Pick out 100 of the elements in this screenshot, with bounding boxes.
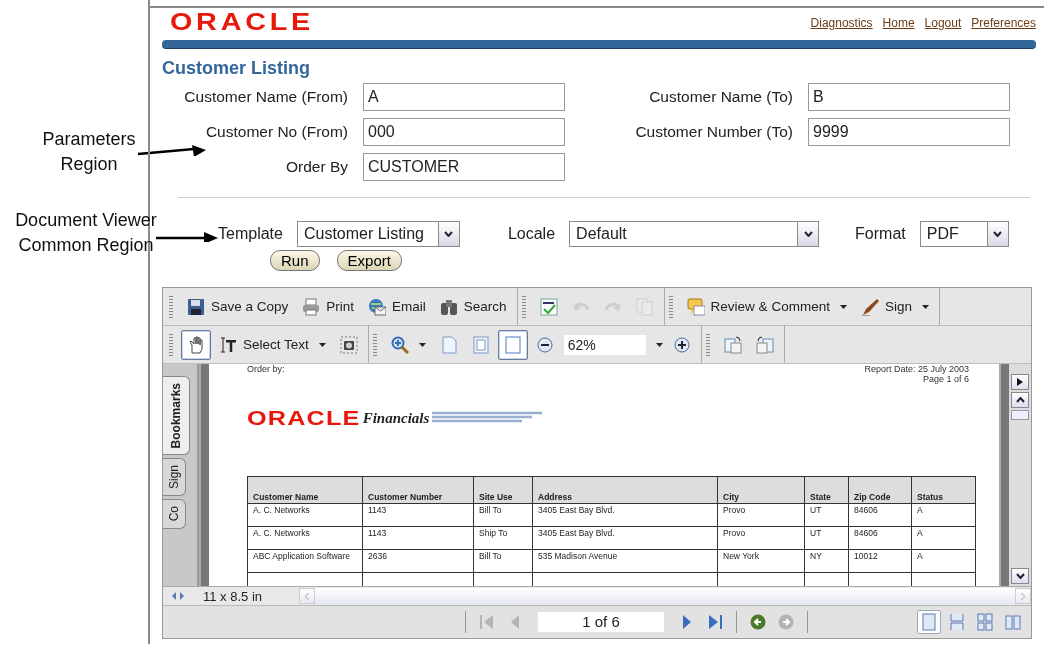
globe-envelope-icon	[368, 297, 387, 316]
input-field[interactable]: 9999	[808, 118, 1010, 146]
field-label: Order By	[285, 157, 348, 177]
toolbar-button[interactable]: Sign	[854, 291, 935, 322]
horizontal-scrollbar[interactable]	[299, 588, 1031, 604]
table-cell: New York	[717, 549, 805, 573]
toolbar-button[interactable]: Print	[296, 291, 361, 322]
rotate-page-icon	[755, 335, 774, 354]
callout-label: Document Viewer Common Region	[14, 209, 158, 257]
order-by-label: Order by:	[247, 364, 285, 376]
column-header: State	[804, 476, 849, 504]
pen-icon	[860, 297, 879, 316]
column-header: Customer Number	[362, 476, 474, 504]
toolbar-button[interactable]: Save a Copy	[181, 291, 295, 322]
select-label: Format	[855, 225, 906, 243]
toolbar-button[interactable]: Select Text	[213, 329, 332, 360]
table-cell: NY	[804, 549, 849, 573]
chevron-icon	[803, 231, 813, 237]
table-cell: 535 Madison Avenue	[532, 549, 718, 573]
table-cell: Provo	[717, 526, 805, 550]
table-cell: UT	[804, 526, 849, 550]
zoom-out-icon	[535, 335, 554, 354]
input-field[interactable]: B	[808, 83, 1010, 111]
toolbar-button[interactable]: Email	[362, 291, 432, 322]
split-arrows-icon	[172, 592, 184, 600]
column-header: City	[717, 476, 805, 504]
input-field[interactable]: 000	[363, 118, 565, 146]
table-cell: ABC Application Software	[247, 549, 363, 573]
continuous-page-icon	[948, 613, 966, 631]
toolbar-button[interactable]: Search	[433, 291, 513, 322]
table-cell: 1143	[362, 526, 474, 550]
snapshot-icon	[339, 335, 358, 354]
facing-pages-icon	[976, 613, 994, 631]
table-cell: Ship To	[473, 526, 533, 550]
rotate-page-icon	[723, 335, 742, 354]
table-cell: Bill To	[473, 503, 533, 527]
column-header: Zip Code	[848, 476, 912, 504]
input-field[interactable]: CUSTOMER	[363, 153, 565, 181]
page-icon	[439, 335, 458, 354]
table-cell: 2636	[362, 549, 474, 573]
action-button[interactable]: Run	[270, 250, 320, 271]
table-cell: 1143	[362, 503, 474, 527]
table-cell: A. C. Networks	[247, 526, 363, 550]
header-link[interactable]: Preferences	[971, 16, 1036, 30]
table-cell: A	[911, 503, 976, 527]
chevron-icon	[1015, 397, 1025, 403]
side-tab[interactable]: Sign	[163, 458, 186, 497]
table-cell: Provo	[717, 503, 805, 527]
field-label: Customer No (From)	[204, 122, 348, 142]
page-button[interactable]	[497, 329, 528, 360]
dropdown-field[interactable]: PDF	[919, 221, 1009, 247]
side-tab[interactable]: Bookmarks	[163, 376, 190, 456]
oracle-logo: ORACLE	[247, 406, 361, 430]
chevron-icon	[304, 591, 310, 601]
field-label: Customer Name (To)	[648, 87, 793, 107]
scroll-thumb[interactable]	[1011, 410, 1029, 420]
report-date: Report Date: 25 July 2003	[864, 364, 969, 374]
select-label: Template	[218, 225, 283, 243]
single-page-button[interactable]	[917, 610, 941, 634]
table-cell: A	[911, 526, 976, 550]
single-page-icon	[920, 613, 938, 631]
header-link[interactable]: Diagnostics	[810, 16, 873, 30]
field-label: Customer Name (From)	[183, 87, 348, 107]
chevron-icon	[444, 231, 454, 237]
field-label: Customer Number (To)	[634, 122, 793, 142]
binoculars-icon	[439, 297, 458, 316]
page-icon	[503, 335, 522, 354]
page-number: Page 1 of 6	[921, 374, 969, 384]
spellcheck-icon	[539, 297, 558, 316]
scroll-down-button[interactable]	[1011, 568, 1029, 584]
dropdown-field[interactable]: Default	[569, 221, 820, 247]
hand-icon	[187, 335, 205, 354]
oracle-logo: ORACLE	[170, 10, 314, 34]
header-link[interactable]: Home	[882, 16, 915, 30]
callout-label: Parameters Region	[41, 128, 137, 176]
side-tab[interactable]: Co	[163, 499, 186, 529]
column-header: Customer Name	[247, 476, 363, 504]
toolbar-button[interactable]: Review & Comment	[680, 291, 853, 322]
page-size-label: 11 x 8.5 in	[202, 588, 264, 604]
scroll-up-button[interactable]	[1011, 392, 1029, 408]
action-button[interactable]: Export	[336, 250, 402, 271]
table-cell: 3405 East Bay Blvd.	[532, 503, 718, 527]
table-cell: 84606	[848, 526, 912, 550]
table-cell: UT	[804, 503, 849, 527]
page-title: Customer Listing	[162, 58, 311, 79]
dropdown-field[interactable]: Customer Listing	[296, 221, 460, 247]
table-cell: 84606	[848, 503, 912, 527]
page-number-field[interactable]: 1 of 6	[538, 612, 664, 632]
column-header: Address	[532, 476, 718, 504]
magnifier-icon	[390, 335, 409, 354]
table-cell: 3405 East Bay Blvd.	[532, 526, 718, 550]
vertical-scrollbar[interactable]	[1009, 364, 1031, 586]
hand-button[interactable]	[181, 329, 211, 360]
input-field[interactable]: A	[363, 83, 565, 111]
table-cell: A. C. Networks	[247, 503, 363, 527]
expand-button[interactable]	[1011, 374, 1029, 390]
zoom-in-icon	[672, 335, 691, 354]
header-link[interactable]: Logout	[924, 16, 962, 30]
page-icon	[471, 335, 490, 354]
column-header: Status	[911, 476, 976, 504]
